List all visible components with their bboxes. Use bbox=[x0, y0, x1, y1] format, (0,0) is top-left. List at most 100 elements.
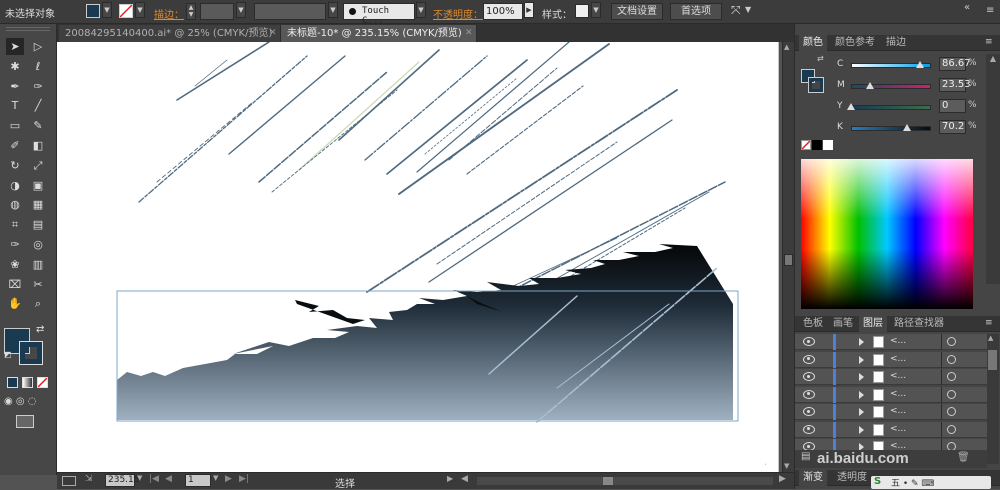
black-swatch[interactable] bbox=[812, 140, 822, 150]
expand-arrow-icon[interactable] bbox=[859, 390, 864, 399]
gradient-mode-icon[interactable] bbox=[22, 377, 33, 388]
layer-row[interactable]: <... bbox=[795, 334, 987, 350]
fill-color-swatch[interactable] bbox=[86, 4, 100, 18]
eyedropper-tool[interactable]: ✑ bbox=[6, 236, 24, 253]
slider-value-input[interactable]: 86.67 bbox=[939, 57, 971, 71]
stroke-dropdown-arrow[interactable]: ▼ bbox=[135, 2, 145, 18]
layers-menu-icon[interactable]: ≡ bbox=[985, 318, 993, 328]
target-circle-icon[interactable] bbox=[947, 424, 956, 434]
tab-stroke[interactable]: 描边 bbox=[882, 35, 910, 51]
close-icon[interactable]: ✕ bbox=[269, 25, 277, 42]
layer-row[interactable]: <... bbox=[795, 421, 987, 438]
graphic-style-swatch[interactable] bbox=[575, 4, 589, 18]
slider-thumb[interactable] bbox=[916, 61, 925, 68]
white-swatch[interactable] bbox=[823, 140, 833, 150]
draw-mode-icon[interactable]: ◉ ◎ ◌ bbox=[4, 396, 37, 407]
stroke-weight-input[interactable] bbox=[200, 3, 234, 20]
toolbar-grip[interactable] bbox=[6, 27, 50, 31]
none-swatch[interactable] bbox=[801, 140, 811, 150]
artboard[interactable]: ʹ bbox=[57, 41, 780, 472]
tab-brushes[interactable]: 画笔 bbox=[829, 316, 857, 332]
slider-value-input[interactable]: 70.2 bbox=[939, 120, 966, 134]
control-menu-icon[interactable]: ≡ bbox=[986, 5, 994, 16]
stroke-label[interactable]: 描边： bbox=[154, 6, 184, 21]
screen-mode-icon[interactable] bbox=[16, 415, 34, 428]
brush-arrow[interactable]: ▼ bbox=[416, 2, 426, 18]
scroll-down-icon[interactable]: ▼ bbox=[784, 462, 789, 470]
line-tool[interactable]: ╱ bbox=[29, 97, 47, 114]
default-colors-icon[interactable]: ◩ bbox=[4, 350, 12, 359]
blend-tool[interactable]: ◎ bbox=[29, 236, 47, 253]
artboard-dropdown-icon[interactable]: ▼ bbox=[213, 474, 218, 482]
zoom-input[interactable]: 235.15 bbox=[105, 474, 140, 487]
slice-tool[interactable]: ✂ bbox=[29, 276, 47, 293]
color-spectrum[interactable] bbox=[801, 159, 973, 309]
layers-scroll-up-icon[interactable]: ▲ bbox=[988, 334, 993, 342]
visibility-eye-icon[interactable] bbox=[803, 407, 815, 416]
stroke-none-swatch[interactable] bbox=[119, 4, 133, 18]
stroke-weight-arrow[interactable]: ▼ bbox=[236, 2, 246, 18]
brush-definition[interactable]: Touch C... bbox=[343, 3, 415, 26]
next-artboard-icon[interactable]: ▶ bbox=[225, 474, 232, 484]
column-graph-tool[interactable]: ▥ bbox=[29, 256, 47, 273]
document-setup-button[interactable]: 文档设置 bbox=[611, 3, 663, 20]
slider-track[interactable] bbox=[851, 126, 931, 131]
zoom-tool[interactable]: ⌕ bbox=[29, 295, 47, 312]
expand-arrow-icon[interactable] bbox=[859, 373, 864, 381]
slider-thumb[interactable] bbox=[865, 82, 874, 89]
direct-selection-tool[interactable]: ▷ bbox=[29, 38, 47, 55]
symbol-sprayer-tool[interactable]: ❀ bbox=[6, 256, 24, 273]
rotate-tool[interactable]: ↻ bbox=[6, 157, 24, 174]
slider-thumb[interactable] bbox=[847, 103, 855, 110]
lasso-tool[interactable]: ℓ bbox=[29, 58, 47, 75]
scroll-thumb[interactable] bbox=[784, 254, 793, 266]
delete-layer-icon[interactable]: 🗑 bbox=[957, 452, 970, 463]
opacity-label[interactable]: 不透明度： bbox=[433, 6, 483, 21]
visibility-eye-icon[interactable] bbox=[803, 354, 815, 364]
slider-value-input[interactable]: 0 bbox=[939, 99, 966, 113]
visibility-eye-icon[interactable] bbox=[803, 389, 815, 399]
visibility-eye-icon[interactable] bbox=[803, 424, 815, 434]
vertical-scrollbar[interactable]: ▲ ▼ bbox=[782, 42, 794, 472]
hscroll-thumb[interactable] bbox=[603, 477, 613, 485]
target-circle-icon[interactable] bbox=[947, 372, 956, 381]
layer-row[interactable]: <... bbox=[795, 386, 987, 403]
horizontal-scrollbar[interactable] bbox=[477, 477, 773, 485]
profile-arrow[interactable]: ▼ bbox=[328, 2, 338, 18]
mesh-tool[interactable]: ⌗ bbox=[6, 216, 24, 233]
rectangle-tool[interactable]: ▭ bbox=[6, 117, 24, 134]
first-artboard-icon[interactable]: |◀ bbox=[149, 474, 159, 484]
panel-menu-icon[interactable]: ≡ bbox=[985, 37, 993, 47]
variable-width-profile[interactable] bbox=[254, 3, 326, 20]
target-circle-icon[interactable] bbox=[947, 337, 956, 346]
fill-dropdown-arrow[interactable]: ▼ bbox=[102, 2, 112, 18]
hscroll-right-icon[interactable]: ▶ bbox=[779, 474, 786, 484]
type-tool[interactable]: T bbox=[6, 97, 24, 114]
expand-arrow-icon[interactable] bbox=[859, 425, 864, 434]
close-icon[interactable]: ✕ bbox=[465, 25, 473, 42]
panel-scroll-up-icon[interactable]: ▲ bbox=[986, 54, 1000, 68]
paintbrush-tool[interactable]: ✎ bbox=[29, 117, 47, 134]
stroke-weight-stepper[interactable]: ▲ ▼ bbox=[186, 3, 196, 20]
canvas-area[interactable]: ʹ bbox=[57, 41, 782, 472]
perspective-grid-tool[interactable]: ▦ bbox=[29, 196, 47, 213]
visibility-eye-icon[interactable] bbox=[803, 372, 815, 381]
slider-track[interactable] bbox=[851, 84, 931, 89]
expand-arrow-icon[interactable] bbox=[859, 408, 864, 416]
target-circle-icon[interactable] bbox=[947, 407, 956, 416]
arrange-dropdown-icon[interactable]: ▼ bbox=[745, 5, 751, 14]
swap-fill-stroke-icon[interactable]: ⇄ bbox=[36, 324, 44, 335]
last-artboard-icon[interactable]: ▶| bbox=[239, 474, 249, 484]
hand-tool[interactable]: ✋ bbox=[6, 295, 24, 312]
expand-arrow-icon[interactable] bbox=[859, 338, 864, 346]
tab-transparency[interactable]: 透明度 bbox=[833, 470, 871, 486]
opacity-input[interactable]: 100% bbox=[483, 3, 523, 20]
expand-arrow-icon[interactable] bbox=[859, 355, 864, 364]
none-mode-icon[interactable] bbox=[37, 377, 48, 388]
tab-gradient[interactable]: 渐变 bbox=[799, 470, 827, 486]
pencil-tool[interactable]: ✐ bbox=[6, 137, 24, 154]
slider-thumb[interactable] bbox=[903, 124, 912, 131]
visibility-eye-icon[interactable] bbox=[803, 337, 815, 346]
free-transform-tool[interactable]: ▣ bbox=[29, 177, 47, 194]
target-circle-icon[interactable] bbox=[947, 354, 956, 364]
